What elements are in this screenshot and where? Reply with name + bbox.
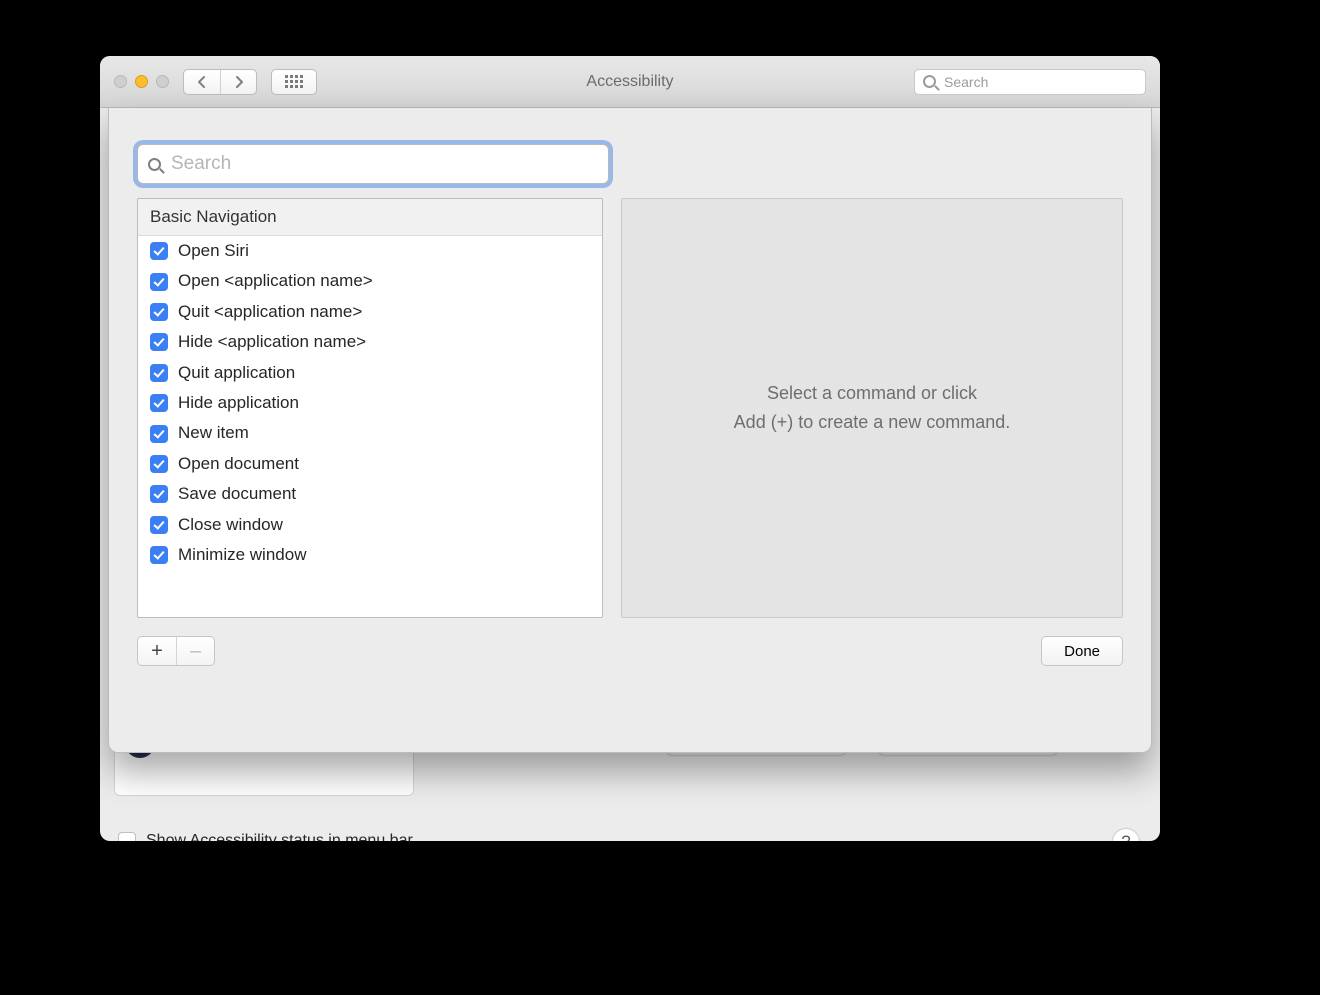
checkbox-checked-icon[interactable]: [150, 333, 168, 351]
checkbox-checked-icon[interactable]: [150, 516, 168, 534]
command-row[interactable]: Open document: [138, 449, 602, 479]
back-button[interactable]: [184, 70, 220, 94]
command-label: Open document: [178, 454, 299, 474]
checkbox-checked-icon[interactable]: [150, 485, 168, 503]
checkbox-checked-icon[interactable]: [150, 455, 168, 473]
checkbox-checked-icon[interactable]: [150, 303, 168, 321]
command-row[interactable]: Quit application: [138, 358, 602, 388]
checkbox-checked-icon[interactable]: [150, 242, 168, 260]
command-row[interactable]: Save document: [138, 479, 602, 509]
command-row[interactable]: Open Siri: [138, 236, 602, 266]
command-label: Save document: [178, 484, 296, 504]
remove-command-button[interactable]: –: [176, 637, 214, 665]
checkbox-checked-icon[interactable]: [150, 546, 168, 564]
command-label: Close window: [178, 515, 283, 535]
zoom-window-icon[interactable]: [156, 75, 169, 88]
commands-list[interactable]: Basic Navigation Open Siri Open <applicat…: [137, 198, 603, 618]
add-command-button[interactable]: +: [138, 637, 176, 665]
show-status-checkbox[interactable]: [118, 832, 136, 841]
window-controls: [114, 75, 169, 88]
command-row[interactable]: Hide application: [138, 388, 602, 418]
command-row[interactable]: Close window: [138, 510, 602, 540]
help-button[interactable]: ?: [1112, 828, 1140, 841]
commands-sheet: Basic Navigation Open Siri Open <applicat…: [108, 108, 1152, 753]
show-all-button[interactable]: [271, 69, 317, 95]
command-label: Hide <application name>: [178, 332, 366, 352]
checkbox-checked-icon[interactable]: [150, 364, 168, 382]
command-label: Quit application: [178, 363, 295, 383]
command-label: Hide application: [178, 393, 299, 413]
help-icon: ?: [1121, 832, 1130, 841]
command-label: Open <application name>: [178, 271, 373, 291]
sheet-search-input[interactable]: [169, 152, 598, 176]
sheet-search-field[interactable]: [137, 144, 609, 184]
detail-text-line1: Select a command or click: [734, 379, 1011, 408]
titlebar: Accessibility: [100, 56, 1160, 108]
checkbox-checked-icon[interactable]: [150, 425, 168, 443]
command-label: Open Siri: [178, 241, 249, 261]
toolbar-search-input[interactable]: [942, 73, 1137, 91]
show-status-row: Show Accessibility status in menu bar: [118, 832, 413, 841]
search-icon: [923, 75, 936, 88]
nav-back-forward: [183, 69, 257, 95]
detail-pane: Select a command or click Add (+) to cre…: [621, 198, 1123, 618]
command-row[interactable]: New item: [138, 418, 602, 448]
toolbar-search-field[interactable]: [914, 69, 1146, 95]
add-remove-segment: + –: [137, 636, 215, 666]
grid-icon: [285, 75, 303, 88]
command-row[interactable]: Quit <application name>: [138, 297, 602, 327]
show-status-label: Show Accessibility status in menu bar: [146, 832, 413, 841]
command-label: New item: [178, 423, 249, 443]
search-icon: [148, 158, 161, 171]
preferences-window: Accessibility Siri Commands... Vocabular…: [100, 56, 1160, 841]
command-row[interactable]: Minimize window: [138, 540, 602, 570]
command-row[interactable]: Open <application name>: [138, 266, 602, 296]
command-label: Quit <application name>: [178, 302, 362, 322]
detail-text-line2: Add (+) to create a new command.: [734, 408, 1011, 437]
done-button[interactable]: Done: [1041, 636, 1123, 666]
forward-button[interactable]: [220, 70, 256, 94]
minimize-window-icon[interactable]: [135, 75, 148, 88]
command-label: Minimize window: [178, 545, 306, 565]
list-section-header: Basic Navigation: [138, 199, 602, 236]
command-row[interactable]: Hide <application name>: [138, 327, 602, 357]
checkbox-checked-icon[interactable]: [150, 394, 168, 412]
close-window-icon[interactable]: [114, 75, 127, 88]
checkbox-checked-icon[interactable]: [150, 273, 168, 291]
